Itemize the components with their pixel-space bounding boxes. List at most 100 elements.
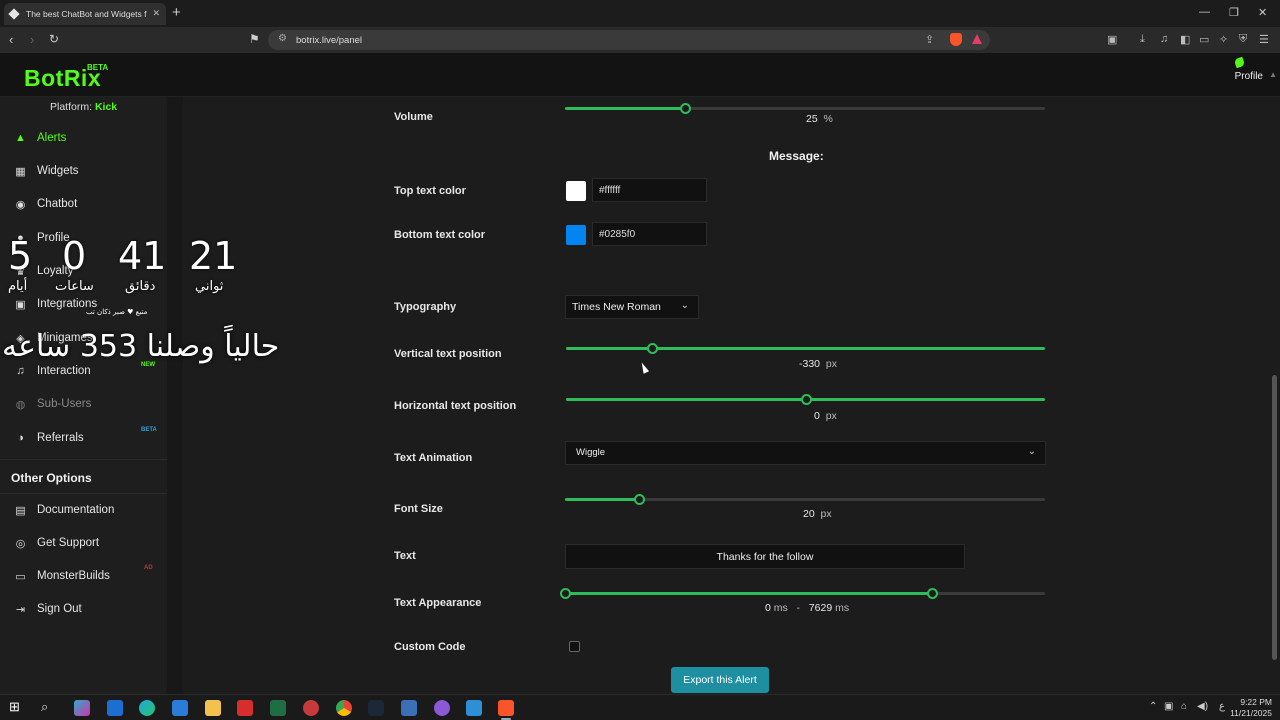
- chrome-icon[interactable]: [336, 700, 352, 716]
- typography-select[interactable]: Times New Roman ⌄: [565, 295, 699, 319]
- robot-icon: ◉: [15, 198, 26, 211]
- text-animation-value: Wiggle: [576, 447, 606, 458]
- sidebar-item-sign-out[interactable]: ⇥ Sign Out: [0, 594, 167, 624]
- discord-icon[interactable]: [434, 700, 450, 716]
- overlay-hours-reached-text: حالياً وصلنا 353 ساعه: [2, 329, 280, 364]
- text-appearance-range-slider[interactable]: [560, 588, 1045, 599]
- page-scrollbar[interactable]: [1272, 375, 1277, 660]
- edge-icon[interactable]: [139, 700, 155, 716]
- vertical-position-label: Vertical text position: [394, 348, 502, 360]
- reload-icon[interactable]: ↻: [49, 32, 59, 46]
- obs-icon[interactable]: [303, 700, 319, 716]
- volume-slider[interactable]: [565, 103, 1045, 114]
- top-text-color-swatch[interactable]: [566, 181, 586, 201]
- profile-avatar-icon[interactable]: [1233, 56, 1246, 69]
- screenshot-icon[interactable]: ▣: [1107, 33, 1117, 46]
- clock[interactable]: 9:22 PM 11/21/2025: [1230, 697, 1272, 719]
- horizontal-position-slider-thumb[interactable]: [800, 394, 812, 405]
- export-alert-button[interactable]: Export this Alert: [671, 667, 769, 693]
- font-size-slider[interactable]: [565, 494, 1045, 505]
- steam-icon[interactable]: [368, 700, 384, 716]
- sidebar-item-chatbot[interactable]: ◉ Chatbot: [0, 189, 167, 219]
- clock-time: 9:22 PM: [1240, 697, 1272, 707]
- font-size-slider-thumb[interactable]: [634, 494, 646, 505]
- sidebar-divider: [0, 493, 167, 494]
- copilot-icon[interactable]: [74, 700, 90, 716]
- sidebar-item-label: Widgets: [37, 165, 79, 177]
- vertical-position-slider-fill: [566, 347, 1045, 350]
- search-icon[interactable]: ⌕: [41, 699, 48, 715]
- volume-slider-thumb[interactable]: [680, 103, 691, 114]
- clock-date: 11/21/2025: [1230, 708, 1272, 718]
- horizontal-position-value: 0 px: [814, 410, 837, 422]
- file-explorer-icon[interactable]: [205, 700, 221, 716]
- scroll-up-icon[interactable]: ▲: [1269, 70, 1277, 79]
- text-appearance-value: 0 ms - 7629 ms: [765, 602, 849, 614]
- vertical-position-slider-thumb[interactable]: [647, 343, 659, 354]
- tray-overflow-icon[interactable]: ⌃: [1149, 701, 1157, 712]
- music-icon[interactable]: ♫: [1160, 33, 1168, 45]
- other-options-heading: Other Options: [11, 471, 92, 485]
- url-field[interactable]: ⚙ botrix.live/panel: [268, 30, 990, 50]
- brave-rewards-icon[interactable]: [972, 34, 982, 44]
- text-appearance-end-thumb[interactable]: [927, 588, 939, 599]
- sidebar-item-sub-users[interactable]: ◍ Sub-Users: [0, 389, 167, 419]
- network-icon[interactable]: ⌂: [1181, 701, 1187, 712]
- sidebar-edge: [167, 97, 183, 694]
- shield-app-icon[interactable]: [401, 700, 417, 716]
- close-window-icon[interactable]: ✕: [1258, 6, 1267, 19]
- leo-ai-icon[interactable]: ✧: [1219, 33, 1228, 46]
- bottom-text-color-swatch[interactable]: [566, 225, 586, 245]
- text-animation-select[interactable]: Wiggle ⌄: [565, 441, 1046, 465]
- countdown-minutes-value: 41: [118, 234, 167, 278]
- close-tab-icon[interactable]: ✕: [152, 8, 160, 19]
- bookmark-icon[interactable]: ⚑: [249, 32, 260, 46]
- sidebar-item-monsterbuilds[interactable]: ▭ MonsterBuilds: [0, 561, 167, 591]
- vertical-position-slider[interactable]: [566, 343, 1045, 354]
- volume-slider-fill: [565, 107, 685, 110]
- restore-icon[interactable]: ❐: [1229, 6, 1239, 19]
- download-icon[interactable]: ⤓: [1140, 33, 1145, 46]
- store-icon[interactable]: [172, 700, 188, 716]
- sidebar: Platform: Kick ▲ Alerts ▦ Widgets ◉ Chat…: [0, 97, 167, 694]
- app-icon[interactable]: [466, 700, 482, 716]
- vpn-icon[interactable]: ⛨: [1239, 33, 1247, 46]
- excel-icon[interactable]: [270, 700, 286, 716]
- referral-icon: ◑: [17, 432, 24, 444]
- sidebar-item-alerts[interactable]: ▲ Alerts: [0, 123, 167, 153]
- countdown-seconds-value: 21: [189, 234, 238, 278]
- top-navigation: BotRix BETA Profile: [0, 53, 1280, 97]
- back-icon[interactable]: ‹: [9, 32, 13, 47]
- profile-link[interactable]: Profile: [1235, 71, 1263, 82]
- forward-icon[interactable]: ›: [30, 32, 34, 47]
- text-appearance-start-thumb[interactable]: [560, 588, 571, 599]
- share-icon[interactable]: ⇪: [925, 33, 934, 46]
- site-settings-icon[interactable]: ⚙: [278, 33, 287, 44]
- custom-code-checkbox[interactable]: [569, 641, 580, 652]
- countdown-days-value: 5: [8, 234, 33, 278]
- sidebar-toggle-icon[interactable]: ◧: [1180, 33, 1190, 46]
- sidebar-item-label: Alerts: [37, 132, 67, 144]
- text-appearance-unit: ms: [835, 602, 850, 614]
- wallet-icon[interactable]: ▭: [1199, 33, 1209, 46]
- new-tab-button[interactable]: +: [172, 4, 181, 21]
- sidebar-item-widgets[interactable]: ▦ Widgets: [0, 156, 167, 186]
- keyboard-language[interactable]: ع: [1219, 701, 1225, 712]
- windows-start-icon[interactable]: ⊞: [9, 699, 20, 715]
- volume-icon[interactable]: ◀): [1197, 701, 1208, 712]
- document-icon: ▤: [15, 504, 26, 517]
- sidebar-item-documentation[interactable]: ▤ Documentation: [0, 495, 167, 525]
- wps-office-icon[interactable]: [237, 700, 253, 716]
- bottom-text-color-input[interactable]: #0285f0: [592, 222, 707, 246]
- tray-app-icon[interactable]: ▣: [1164, 701, 1173, 712]
- top-text-color-input[interactable]: #ffffff: [592, 178, 707, 202]
- brave-browser-icon[interactable]: [498, 700, 514, 716]
- horizontal-position-slider[interactable]: [566, 394, 1045, 405]
- minimize-icon[interactable]: —: [1199, 6, 1210, 18]
- sidebar-item-get-support[interactable]: ◎ Get Support: [0, 528, 167, 558]
- alert-text-input[interactable]: Thanks for the follow: [565, 544, 965, 569]
- menu-icon[interactable]: ☰: [1259, 33, 1269, 46]
- brave-shields-icon[interactable]: [950, 33, 962, 46]
- outlook-icon[interactable]: [107, 700, 123, 716]
- browser-tab[interactable]: The best ChatBot and Widgets f ✕: [4, 3, 166, 25]
